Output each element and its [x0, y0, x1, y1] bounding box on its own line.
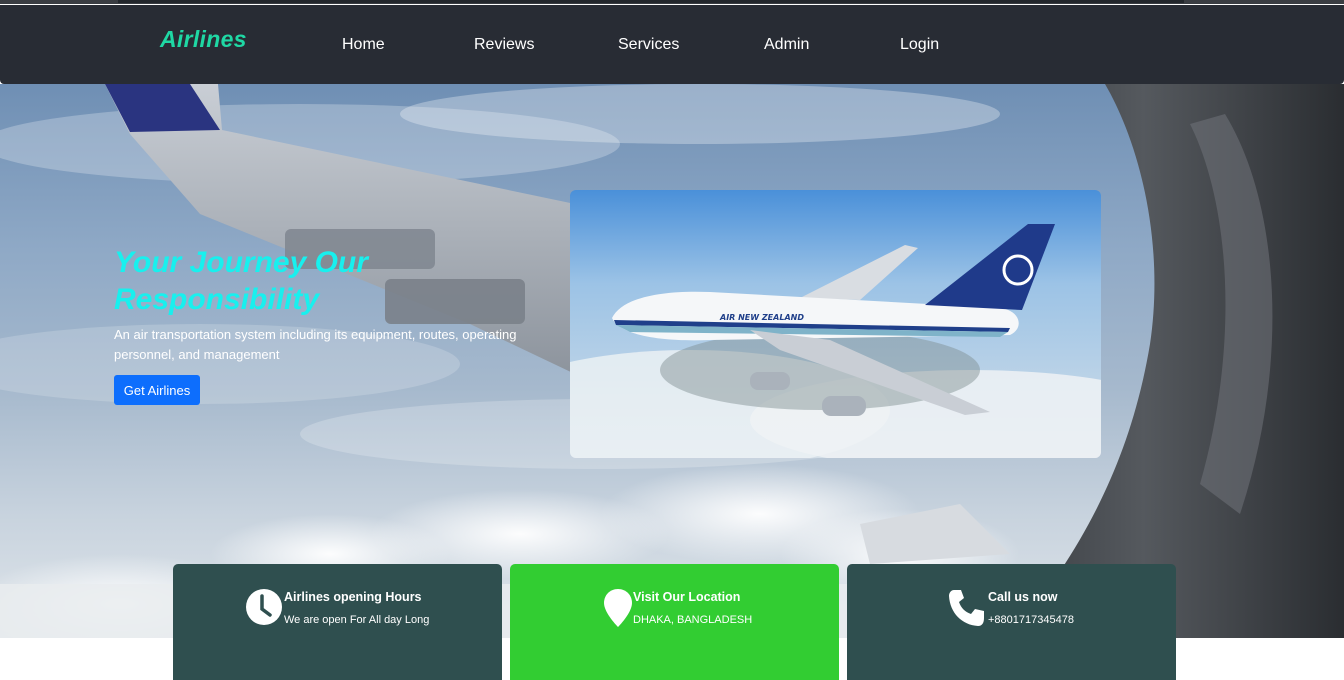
nav-admin[interactable]: Admin: [764, 36, 809, 54]
hero-section: Your Journey Our Responsibility An air t…: [0, 84, 1344, 638]
nav-home[interactable]: Home: [342, 36, 385, 54]
location-pin-icon: [604, 589, 632, 627]
brand-logo[interactable]: Airlines: [160, 26, 247, 53]
navbar: Airlines Home Reviews Services Admin Log…: [0, 5, 1344, 84]
get-airlines-button[interactable]: Get Airlines: [114, 375, 200, 405]
livery-text: AIR NEW ZEALAND: [719, 313, 804, 322]
opening-hours-card: Airlines opening Hours We are open For A…: [173, 564, 502, 680]
card-subtitle: DHAKA, BANGLADESH: [633, 614, 753, 626]
call-us-card: Call us now +8801717345478: [847, 564, 1176, 680]
airplane-photo: AIR NEW ZEALAND: [570, 190, 1101, 458]
nav-reviews[interactable]: Reviews: [474, 36, 534, 54]
location-card: Visit Our Location DHAKA, BANGLADESH: [510, 564, 839, 680]
card-subtitle: +8801717345478: [988, 614, 1074, 626]
card-title: Visit Our Location: [633, 590, 741, 604]
phone-icon: [949, 590, 984, 626]
card-title: Airlines opening Hours: [284, 590, 422, 604]
top-edge: [0, 0, 1344, 4]
hero-title: Your Journey Our Responsibility: [114, 246, 368, 316]
nav-services[interactable]: Services: [618, 36, 679, 54]
clock-icon: [246, 589, 282, 625]
card-title: Call us now: [988, 590, 1058, 604]
hero-description: An air transportation system including i…: [114, 327, 517, 362]
card-subtitle: We are open For All day Long: [284, 614, 430, 626]
nav-login[interactable]: Login: [900, 36, 939, 54]
